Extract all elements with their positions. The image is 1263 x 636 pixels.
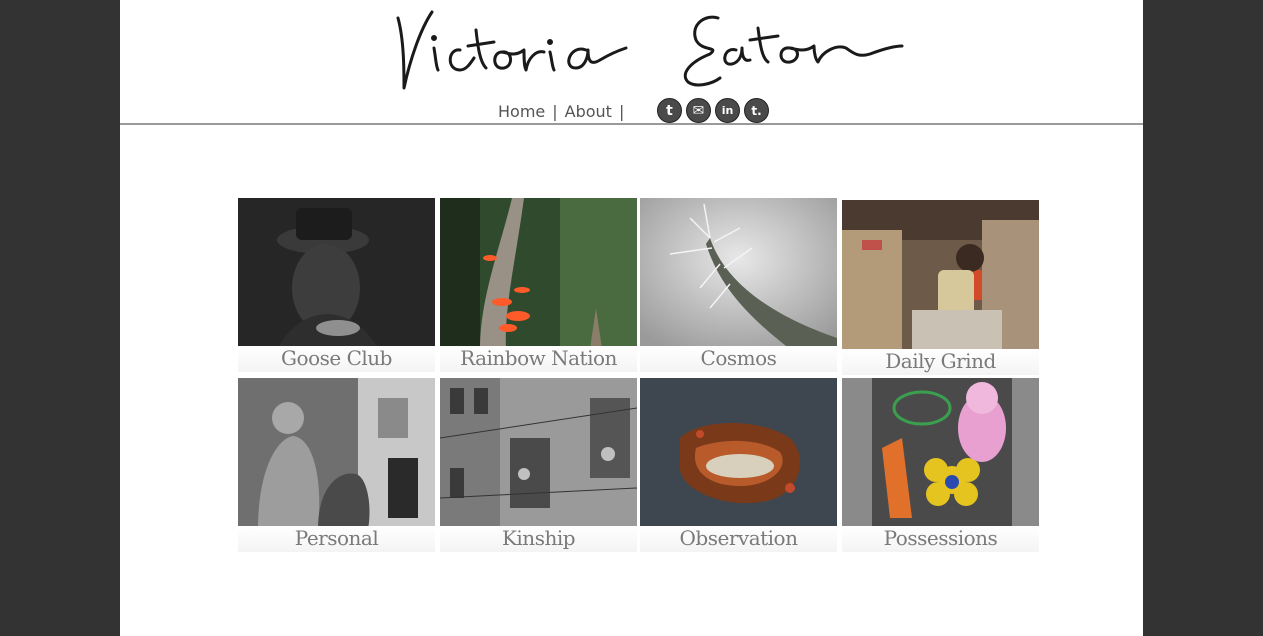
twitter-glyph: t	[666, 102, 673, 119]
main-nav: Home | About |	[498, 100, 631, 122]
gallery-thumbnail[interactable]	[842, 378, 1039, 529]
linkedin-glyph: in	[721, 104, 734, 117]
gallery-thumbnail[interactable]	[842, 200, 1039, 351]
gallery-thumbnail[interactable]	[238, 378, 435, 529]
gallery-caption[interactable]: Kinship	[440, 526, 637, 552]
gallery-tile-rainbow-nation[interactable]: Rainbow Nation	[440, 198, 638, 374]
gallery-caption[interactable]: Possessions	[842, 526, 1039, 552]
gallery-tile-kinship[interactable]: Kinship	[440, 378, 638, 554]
gallery-tile-cosmos[interactable]: Cosmos	[640, 198, 838, 374]
gallery-thumbnail[interactable]	[440, 378, 637, 529]
gallery-thumbnail[interactable]	[440, 198, 637, 349]
gallery-caption[interactable]: Goose Club	[238, 346, 435, 372]
email-icon[interactable]: ✉	[686, 98, 711, 123]
nav-about-link[interactable]: About	[565, 102, 612, 121]
nav-separator: |	[552, 101, 558, 121]
gallery-tile-personal[interactable]: Personal	[238, 378, 436, 554]
page: Home | About | t ✉ in t. Goose Club Rain…	[120, 0, 1143, 636]
site-logo-signature[interactable]	[390, 0, 920, 100]
gallery-tile-daily-grind[interactable]: Daily Grind	[842, 198, 1040, 375]
social-links: t ✉ in t.	[657, 98, 769, 123]
gallery-thumbnail[interactable]	[640, 198, 837, 349]
gallery-thumbnail[interactable]	[640, 378, 837, 529]
gallery-caption[interactable]: Observation	[640, 526, 837, 552]
nav-home-link[interactable]: Home	[498, 102, 545, 121]
gallery-tile-possessions[interactable]: Possessions	[842, 378, 1040, 554]
twitter-icon[interactable]: t	[657, 98, 682, 123]
gallery-caption[interactable]: Cosmos	[640, 346, 837, 372]
header-divider	[120, 123, 1143, 125]
nav-separator: |	[618, 101, 625, 121]
gallery-thumbnail[interactable]	[238, 198, 435, 349]
gallery-caption[interactable]: Personal	[238, 526, 435, 552]
email-glyph: ✉	[692, 102, 705, 119]
tumblr-glyph: t.	[751, 103, 762, 118]
tumblr-icon[interactable]: t.	[744, 98, 769, 123]
gallery-tile-observation[interactable]: Observation	[640, 378, 838, 554]
gallery-caption[interactable]: Rainbow Nation	[440, 346, 637, 372]
gallery-tile-goose-club[interactable]: Goose Club	[238, 198, 436, 374]
linkedin-icon[interactable]: in	[715, 98, 740, 123]
gallery-caption[interactable]: Daily Grind	[842, 349, 1039, 375]
